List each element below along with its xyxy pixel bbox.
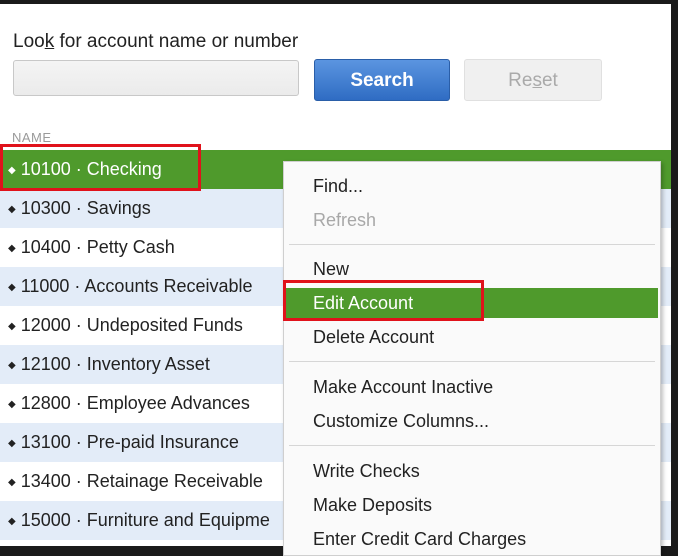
diamond-icon: ◆ — [8, 165, 16, 176]
name-column-header[interactable]: NAME — [12, 130, 52, 145]
menu-separator — [289, 445, 655, 446]
menu-item-make-deposits[interactable]: Make Deposits — [284, 490, 658, 520]
menu-item-write-checks[interactable]: Write Checks — [284, 456, 658, 486]
reset-button[interactable]: Reset — [464, 59, 602, 101]
menu-item-new[interactable]: New — [284, 254, 658, 284]
app-frame: Look for account name or number Search R… — [0, 0, 671, 556]
diamond-icon: ◆ — [8, 360, 16, 371]
search-label: Look for account name or number — [13, 31, 299, 52]
diamond-icon: ◆ — [8, 516, 16, 527]
diamond-icon: ◆ — [8, 204, 16, 215]
menu-item-customize-columns[interactable]: Customize Columns... — [284, 406, 658, 436]
diamond-icon: ◆ — [8, 399, 16, 410]
menu-item-make-inactive[interactable]: Make Account Inactive — [284, 372, 658, 402]
diamond-icon: ◆ — [8, 321, 16, 332]
menu-item-edit-account[interactable]: Edit Account — [286, 288, 658, 318]
context-menu: Find... Refresh New Edit Account Delete … — [283, 161, 661, 556]
menu-item-refresh: Refresh — [313, 210, 377, 230]
diamond-icon: ◆ — [8, 243, 16, 254]
diamond-icon: ◆ — [8, 477, 16, 488]
diamond-icon: ◆ — [8, 438, 16, 449]
menu-separator — [289, 361, 655, 362]
diamond-icon: ◆ — [8, 282, 16, 293]
menu-item-delete-account[interactable]: Delete Account — [284, 322, 658, 352]
menu-separator — [289, 244, 655, 245]
menu-item-find[interactable]: Find... — [284, 171, 658, 201]
search-button[interactable]: Search — [314, 59, 450, 101]
search-input[interactable] — [13, 60, 299, 96]
menu-item-enter-credit-card-charges[interactable]: Enter Credit Card Charges — [284, 524, 658, 554]
